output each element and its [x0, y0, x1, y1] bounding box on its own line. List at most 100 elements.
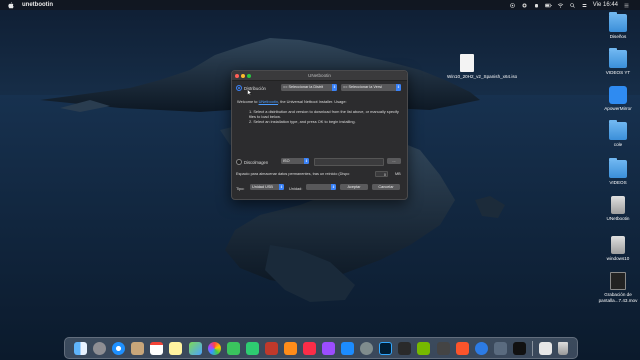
- terminal-icon[interactable]: [512, 341, 526, 355]
- downloads-stack-icon[interactable]: [538, 341, 552, 355]
- control-center-icon[interactable]: [581, 3, 588, 8]
- window-title: UNetbootin: [308, 73, 331, 78]
- iso-file-icon: [460, 54, 474, 72]
- diskimage-type-select[interactable]: ISO ⇕: [281, 158, 309, 164]
- final-cut-icon[interactable]: [398, 341, 412, 355]
- notification-center-icon[interactable]: [623, 3, 630, 8]
- photoshop-icon[interactable]: [379, 341, 393, 355]
- ok-button[interactable]: Aceptar: [340, 184, 368, 190]
- books-icon[interactable]: [283, 341, 297, 355]
- minimize-button[interactable]: [241, 73, 245, 78]
- desktop-icon-cole[interactable]: cole: [598, 120, 638, 148]
- dock: [64, 337, 578, 359]
- calendar-icon[interactable]: [150, 341, 164, 355]
- chevron-updown-icon: ⇕: [396, 84, 401, 91]
- apple-menu-icon[interactable]: [8, 1, 14, 9]
- battery-icon[interactable]: [544, 3, 552, 8]
- diskimage-radio[interactable]: [236, 159, 242, 165]
- install-type-value: Unidad USB: [252, 185, 273, 189]
- desktop-icon-videos-yt[interactable]: VIDEOS YT: [598, 48, 638, 76]
- menubar-clock[interactable]: Vie 16:44: [593, 2, 618, 8]
- video-file-icon: [610, 272, 626, 290]
- desktop-file-iso[interactable]: Win10_20H2_v2_Spanish_x64.iso: [447, 54, 518, 80]
- desktop-icon-unetbootin[interactable]: UNetbootin: [598, 196, 638, 222]
- launchpad-icon[interactable]: [93, 341, 107, 355]
- folder-icon: [609, 158, 627, 178]
- notes-icon[interactable]: [169, 341, 183, 355]
- zoom-button[interactable]: [247, 73, 251, 78]
- diskimage-label: Discolmagen: [244, 159, 269, 165]
- desktop-icon-label: UNetbootin: [606, 216, 630, 221]
- distro-select[interactable]: == Seleccionar la Distrit ⇕: [281, 84, 337, 91]
- persistence-input[interactable]: 0: [375, 170, 388, 177]
- search-icon[interactable]: [569, 2, 576, 8]
- desktop-icon-label: Diseños: [609, 34, 627, 39]
- system-preferences-icon[interactable]: [360, 341, 374, 355]
- folder-icon: [609, 12, 627, 32]
- desktop-icon-label: VIDEOS YT: [605, 70, 631, 75]
- browse-button[interactable]: ...: [387, 158, 401, 164]
- chevron-updown-icon: ⇕: [304, 158, 309, 164]
- chevron-updown-icon: ⇕: [332, 84, 337, 91]
- type-label: Tipo:: [236, 186, 245, 191]
- usage-step-2: 2. Select an installation type, and pres…: [249, 119, 356, 124]
- safari-icon[interactable]: [112, 341, 126, 355]
- drive-label: Unidad:: [289, 186, 303, 191]
- messages-icon[interactable]: [226, 341, 240, 355]
- contacts-icon[interactable]: [131, 341, 145, 355]
- unetbootin-window: UNetbootin Distribución == Seleccionar l…: [231, 70, 408, 200]
- welcome-prefix: Welcome to: [237, 99, 259, 104]
- welcome-suffix: , the Universal Netboot Installer. Usage…: [278, 99, 347, 104]
- hand-icon[interactable]: [533, 3, 540, 8]
- drive-select[interactable]: ⇕: [306, 184, 336, 190]
- photos-icon[interactable]: [207, 341, 221, 355]
- distribution-radio[interactable]: [236, 85, 242, 91]
- desktop-file-label: Win10_20H2_v2_Spanish_x64.iso: [447, 74, 518, 79]
- welcome-text: Welcome to UNetbootin, the Universal Net…: [237, 99, 401, 104]
- airplane-app-icon[interactable]: [493, 341, 507, 355]
- folder-icon: [609, 48, 627, 68]
- install-type-select[interactable]: Unidad USB ⇕: [250, 184, 284, 190]
- diskimage-type-value: ISO: [283, 159, 290, 163]
- close-button[interactable]: [235, 73, 239, 78]
- desktop-icon-disenos[interactable]: Diseños: [598, 12, 638, 40]
- screen-recorder-icon[interactable]: [436, 341, 450, 355]
- photo-booth-icon[interactable]: [264, 341, 278, 355]
- window-titlebar[interactable]: UNetbootin: [232, 71, 407, 81]
- podcasts-icon[interactable]: [322, 341, 336, 355]
- facetime-icon[interactable]: [245, 341, 259, 355]
- distro-select-value: == Seleccionar la Distrit: [283, 85, 324, 89]
- music-icon[interactable]: [303, 341, 317, 355]
- diskimage-path-field[interactable]: [314, 158, 384, 166]
- record-icon[interactable]: [521, 3, 528, 8]
- diskimage-option[interactable]: Discolmagen: [236, 159, 268, 165]
- version-select[interactable]: == Seleccionar la Versi ⇕: [341, 84, 401, 91]
- desktop-icon-screen-recording[interactable]: Grabación de pantalla...7.43.mov: [598, 272, 638, 303]
- folder-icon: [609, 120, 627, 140]
- persistence-value: 0: [383, 172, 386, 177]
- trash-icon[interactable]: [557, 341, 568, 355]
- desktop-icon-apowermirror[interactable]: ApowerMirror: [598, 86, 638, 112]
- active-app-name[interactable]: unetbootin: [22, 2, 53, 8]
- desktop-icon-label: windows10: [606, 256, 630, 261]
- desktop-icon-label: cole: [613, 142, 623, 147]
- brave-icon[interactable]: [455, 341, 469, 355]
- disk-icon: [611, 196, 625, 214]
- chevron-updown-icon: ⇕: [279, 184, 284, 190]
- cancel-button[interactable]: Cancelar: [372, 184, 400, 190]
- finder-icon[interactable]: [74, 341, 88, 355]
- version-select-value: == Seleccionar la Versi: [343, 85, 382, 89]
- persistence-label: Espacio para almacenar datos permanentes…: [236, 172, 350, 176]
- unetbootin-dock-icon[interactable]: [474, 341, 488, 355]
- desktop-icon-videos[interactable]: VIDEOS: [598, 158, 638, 186]
- app-store-icon[interactable]: [341, 341, 355, 355]
- maps-icon[interactable]: [188, 341, 202, 355]
- unetbootin-link[interactable]: UNetbootin: [259, 99, 278, 104]
- wifi-icon[interactable]: [557, 2, 564, 8]
- status-circle-icon[interactable]: [509, 2, 516, 8]
- apowermirror-icon: [609, 86, 627, 104]
- desktop-icon-windows10[interactable]: windows10: [598, 236, 638, 262]
- nvidia-icon[interactable]: [417, 341, 431, 355]
- mouse-cursor-icon: [247, 89, 252, 96]
- desktop-icon-label: VIDEOS: [609, 180, 627, 185]
